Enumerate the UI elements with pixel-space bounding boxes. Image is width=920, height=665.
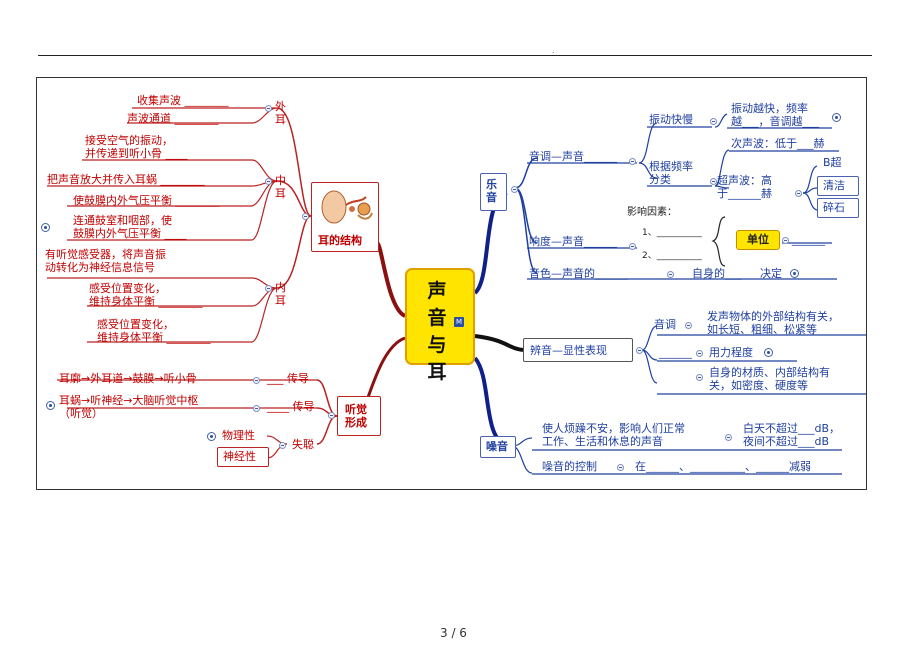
middle-ear-item-2: 把声音放大并传入耳蜗 ________ bbox=[47, 173, 205, 186]
collapse-icon[interactable] bbox=[696, 374, 703, 381]
pitch-label: 音调—声音______ bbox=[529, 150, 617, 163]
distinguish-node[interactable]: 辨音—显性表现 bbox=[523, 338, 633, 362]
music-tone-label: 乐 音 bbox=[486, 178, 497, 204]
expand-icon[interactable] bbox=[207, 432, 216, 441]
map-marker-icon[interactable]: M bbox=[454, 317, 464, 327]
hearing-path-bone: 耳蜗→听神经→大脑听觉中枢 （听觉） bbox=[59, 394, 199, 420]
distinguish-effort-blank: ______ bbox=[659, 346, 692, 359]
outer-ear-item-1: 收集声波 ________ bbox=[137, 94, 229, 107]
deafness-neural-node[interactable]: 神经性 bbox=[217, 447, 269, 467]
noise-label: 噪音 bbox=[486, 440, 508, 453]
noise-control-detail: 在______、__________、______减弱 bbox=[635, 460, 811, 473]
loudness-factors-title: 影响因素： bbox=[627, 207, 677, 218]
collapse-icon[interactable] bbox=[265, 105, 272, 112]
distinguish-pitch-detail: 发声物体的外部结构有关， 如长短、粗细、松紧等 bbox=[707, 310, 839, 336]
collapse-icon[interactable] bbox=[795, 190, 802, 197]
loudness-factor-1: 1、__________ bbox=[642, 228, 702, 238]
ultrasound-use-clean: 清洁 bbox=[823, 179, 845, 192]
ultrasound: 超声波：高 于______赫 bbox=[717, 174, 772, 200]
collapse-icon[interactable] bbox=[710, 118, 717, 125]
distinguish-label: 辨音—显性表现 bbox=[530, 344, 607, 357]
infrasound: 次声波：低于___赫 bbox=[731, 137, 825, 150]
collapse-icon[interactable] bbox=[710, 178, 717, 185]
collapse-icon[interactable] bbox=[667, 271, 674, 278]
middle-ear-item-4: 连通鼓室和咽部，使 鼓膜内外气压平衡 ____ bbox=[73, 214, 187, 240]
central-topic-node[interactable]: 声音与耳 M bbox=[405, 268, 475, 383]
expand-icon[interactable] bbox=[46, 401, 55, 410]
collapse-icon[interactable] bbox=[636, 347, 643, 354]
vibration-detail: 振动越快，频率 越___，音调越___ bbox=[731, 102, 819, 128]
page-number: 3 / 6 bbox=[440, 626, 467, 640]
loudness-unit-blank: ______ bbox=[792, 233, 825, 246]
music-tone-node[interactable]: 乐 音 bbox=[480, 173, 507, 211]
noise-node[interactable]: 噪音 bbox=[480, 436, 516, 458]
collapse-icon[interactable] bbox=[328, 412, 335, 419]
loudness-factor-2: 2、__________ bbox=[642, 251, 702, 261]
hearing-path-air: 耳廓→外耳道→鼓膜→听小骨 bbox=[59, 372, 197, 385]
expand-icon[interactable] bbox=[832, 113, 841, 122]
collapse-icon[interactable] bbox=[265, 285, 272, 292]
distinguish-material: 自身的材质、内部结构有 关，如密度、硬度等 bbox=[709, 366, 830, 392]
collapse-icon[interactable] bbox=[617, 464, 624, 471]
collapse-icon[interactable] bbox=[511, 186, 518, 193]
hearing-path-bone-suffix: ____ 传导 bbox=[267, 400, 315, 413]
hearing-formation-label: 听觉 形成 bbox=[345, 403, 367, 429]
deafness-physical: 物理性 bbox=[222, 429, 255, 442]
central-topic-title: 声音与耳 bbox=[427, 280, 447, 383]
ear-structure-node[interactable]: 耳的结构 bbox=[311, 182, 379, 252]
collapse-icon[interactable] bbox=[782, 237, 789, 244]
deafness-label: 失聪 bbox=[292, 438, 314, 451]
collapse-icon[interactable] bbox=[696, 350, 703, 357]
distinguish-pitch: 音调 bbox=[654, 318, 676, 331]
collapse-icon[interactable] bbox=[279, 442, 286, 449]
expand-icon[interactable] bbox=[41, 223, 50, 232]
hearing-path-air-suffix: ___ 传导 bbox=[267, 372, 309, 385]
collapse-icon[interactable] bbox=[629, 243, 636, 250]
loudness-unit-node[interactable]: 单位 bbox=[736, 230, 780, 250]
collapse-icon[interactable] bbox=[685, 322, 692, 329]
collapse-icon[interactable] bbox=[629, 158, 636, 165]
ear-structure-label: 耳的结构 bbox=[318, 234, 362, 247]
vibration-label: 振动快慢 bbox=[649, 113, 693, 126]
deafness-neural: 神经性 bbox=[223, 450, 256, 463]
mindmap-canvas: 声音与耳 M 耳的结构 外 耳 收集声波 ________ 声波通道 _____… bbox=[36, 77, 867, 490]
hearing-formation-node[interactable]: 听觉 形成 bbox=[337, 396, 381, 436]
noise-control-label: 噪音的控制 bbox=[542, 460, 597, 473]
timbre-mid: 自身的___ bbox=[692, 267, 742, 280]
ultrasound-use-b-mode: B超 bbox=[823, 156, 842, 169]
collapse-icon[interactable] bbox=[253, 377, 260, 384]
ear-anatomy-icon bbox=[321, 190, 373, 224]
collapse-icon[interactable] bbox=[253, 405, 260, 412]
collapse-icon[interactable] bbox=[302, 213, 309, 220]
collapse-icon[interactable] bbox=[265, 178, 272, 185]
inner-ear-item-2: 感受位置变化， 维持身体平衡 ________ bbox=[89, 282, 203, 308]
inner-ear-label: 内 耳 bbox=[275, 281, 286, 307]
outer-ear-item-2: 声波通道 ________ bbox=[127, 112, 219, 125]
ultrasound-use-lithotripsy-node[interactable]: 碎石 bbox=[817, 198, 859, 218]
ultrasound-use-clean-node[interactable]: 清洁 bbox=[817, 176, 859, 196]
header-dot: . bbox=[552, 46, 555, 55]
middle-ear-label: 中 耳 bbox=[275, 174, 286, 200]
expand-icon[interactable] bbox=[764, 348, 773, 357]
outer-ear-label: 外 耳 bbox=[275, 100, 286, 126]
middle-ear-item-3: 使鼓膜内外气压平衡 ________ bbox=[73, 194, 220, 207]
middle-ear-item-1: 接受空气的振动， 并传递到听小骨 ____ bbox=[85, 134, 188, 160]
noise-limits: 白天不超过___dB， 夜间不超过___dB bbox=[743, 422, 841, 448]
timbre-end: 决定 bbox=[760, 267, 782, 280]
timbre-label: 音色—声音的______ bbox=[529, 267, 628, 280]
noise-description: 使人烦躁不安，影响人们正常 工作、生活和休息的声音 bbox=[542, 422, 685, 448]
collapse-icon[interactable] bbox=[725, 434, 732, 441]
inner-ear-item-1: 有听觉感受器，将声音振 动转化为神经信息信号 bbox=[45, 248, 166, 274]
ultrasound-use-lithotripsy: 碎石 bbox=[823, 201, 845, 214]
inner-ear-item-3: 感受位置变化， 维持身体平衡 ________ bbox=[97, 318, 211, 344]
distinguish-effort: 用力程度 bbox=[709, 346, 753, 359]
expand-icon[interactable] bbox=[790, 269, 799, 278]
loudness-label: 响度—声音______ bbox=[529, 235, 617, 248]
header-rule bbox=[38, 55, 872, 56]
frequency-classify-label: 根据频率 分类 bbox=[649, 160, 693, 186]
